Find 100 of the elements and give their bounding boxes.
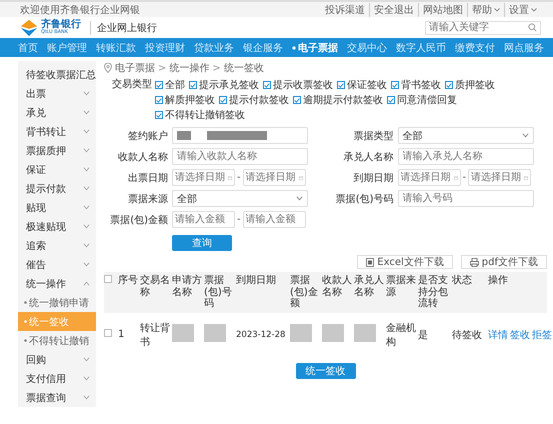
date-field[interactable]: 请选择日期 (172, 169, 235, 186)
checkbox[interactable] (391, 81, 399, 89)
checkbox[interactable] (337, 81, 345, 89)
sidebar-subitem[interactable]: 不得转让撤销 (18, 331, 96, 350)
column-header: 交易名称 (140, 272, 172, 312)
query-button[interactable]: 查询 (172, 235, 232, 251)
bullet-icon (24, 301, 27, 304)
search-field[interactable]: 请输入关键字 (425, 20, 541, 34)
nav-tab[interactable]: 投资理财 (145, 40, 185, 54)
column-header: 票据(包)金额 (290, 272, 322, 312)
sidebar-item[interactable]: 极速贴现 (18, 217, 96, 236)
top-link[interactable]: 设置 (509, 2, 529, 16)
redacted-block (172, 324, 194, 342)
checkbox[interactable] (155, 96, 163, 104)
select-field[interactable]: 全部 (172, 190, 308, 207)
checkbox[interactable] (219, 96, 227, 104)
range-separator: - (237, 172, 241, 183)
date-field[interactable]: 请选择日期 (398, 169, 460, 186)
redacted-block (290, 324, 312, 342)
checkbox[interactable] (293, 96, 301, 104)
breadcrumb-link[interactable]: 电子票据 (115, 61, 155, 75)
table-cell: 转让背书 (140, 322, 170, 348)
field-label: 票据(包)金额 (109, 214, 169, 226)
top-link[interactable]: 帮助 (472, 2, 492, 16)
date-field[interactable]: 请选择日期 (468, 169, 532, 186)
sidebar-subitem[interactable]: 统一撤销申请 (18, 293, 96, 312)
calendar-icon (454, 174, 458, 182)
product-name: 企业网上银行 (90, 20, 157, 34)
calendar-icon (524, 174, 528, 182)
sidebar-item[interactable]: 提示付款 (18, 179, 96, 198)
redacted-block (322, 324, 344, 342)
field-label: 收款人名称 (117, 150, 169, 164)
nav-tab[interactable]: 数字人民币 (396, 40, 446, 54)
checkbox[interactable] (189, 81, 197, 89)
nav-tab[interactable]: 银企服务 (243, 40, 283, 54)
field-label: 票据来源 (127, 192, 169, 206)
checkbox-label: 质押签收 (455, 78, 495, 92)
checkbox[interactable] (155, 81, 163, 89)
breadcrumb-separator: > (158, 62, 166, 74)
welcome-text: 欢迎使用齐鲁银行企业网银 (20, 4, 140, 16)
select-field[interactable]: 全部 (398, 127, 534, 144)
checkbox-label: 同意清偿回复 (397, 94, 457, 107)
nav-tab[interactable]: 贷款业务 (194, 40, 234, 54)
nav-tab[interactable]: 账户管理 (47, 40, 87, 54)
top-link[interactable]: 网站地图 (423, 2, 463, 16)
table-cell: 是 (418, 330, 428, 340)
sidebar-item[interactable]: 贴现 (18, 198, 96, 217)
field-label: 出票日期 (127, 172, 169, 184)
nav-tab[interactable]: 转账汇款 (96, 40, 136, 54)
checkbox[interactable] (263, 81, 271, 89)
search-icon[interactable] (528, 23, 537, 32)
sidebar-item[interactable]: 票据质押 (18, 141, 96, 160)
date-field[interactable]: 请选择日期 (242, 169, 306, 186)
sidebar-item[interactable]: 回购 (18, 350, 96, 369)
column-header: 收款人名称 (322, 272, 354, 312)
checkbox[interactable] (387, 96, 395, 104)
checkbox-label: 解质押签收 (165, 94, 215, 107)
sidebar-item[interactable]: 出票 (18, 84, 96, 103)
field-label: 承兑人名称 (342, 150, 394, 164)
action-link[interactable]: 详情 (488, 328, 508, 342)
checkbox[interactable] (104, 275, 112, 283)
checkbox[interactable] (155, 111, 163, 119)
sidebar-item[interactable]: 追索 (18, 236, 96, 255)
sidebar-item[interactable]: 承兑 (18, 103, 96, 122)
checkbox-label: 提示承兑签收 (199, 78, 259, 92)
checkbox[interactable] (445, 81, 453, 89)
input-field[interactable]: 请输入承兑人名称 (398, 148, 534, 165)
nav-tab[interactable]: 网点服务 (504, 40, 544, 54)
checkbox-label: 全部 (165, 78, 185, 92)
action-link[interactable]: 签收 (510, 328, 530, 342)
sidebar-item[interactable]: 票据查询 (18, 388, 96, 407)
action-link[interactable]: 拒签 (532, 328, 552, 342)
bank-logo-icon (20, 18, 38, 36)
checkbox[interactable] (104, 329, 112, 337)
input-field[interactable]: 请输入收款人名称 (172, 148, 308, 165)
sidebar-item[interactable]: 保证 (18, 160, 96, 179)
table-cell: 待签收 (452, 330, 482, 340)
sidebar-item[interactable]: 背书转让 (18, 122, 96, 141)
sidebar-item[interactable]: 催告 (18, 255, 96, 274)
field-label: 票据(包)号码 (334, 192, 394, 206)
breadcrumb-link[interactable]: 统一签收 (224, 61, 264, 75)
account-field[interactable] (172, 127, 308, 144)
download-button[interactable]: pdf文件下载 (460, 255, 547, 269)
nav-tab[interactable]: 交易中心 (347, 40, 387, 54)
nav-tab[interactable]: 缴费支付 (455, 40, 495, 54)
input-field[interactable]: 请输入号码 (398, 190, 534, 207)
breadcrumb-link[interactable]: 统一操作 (169, 61, 210, 75)
submit-button[interactable]: 统一签收 (296, 362, 356, 378)
sidebar-item[interactable]: 支付信用 (18, 369, 96, 388)
checkbox-label: 提示付款签收 (229, 94, 289, 107)
calendar-icon (298, 174, 303, 182)
top-link[interactable]: 安全退出 (374, 2, 414, 16)
top-link[interactable]: 投诉渠道 (325, 2, 365, 16)
sidebar-item[interactable]: 统一操作 (18, 274, 96, 293)
dot-icon (292, 46, 296, 50)
redacted-block (354, 324, 376, 342)
nav-tab[interactable]: 电子票据 (292, 40, 338, 54)
nav-tab[interactable]: 首页 (18, 40, 38, 54)
sidebar-item[interactable]: 待签收票据汇总 (18, 65, 96, 84)
download-button[interactable]: Excel文件下载 (357, 255, 453, 269)
